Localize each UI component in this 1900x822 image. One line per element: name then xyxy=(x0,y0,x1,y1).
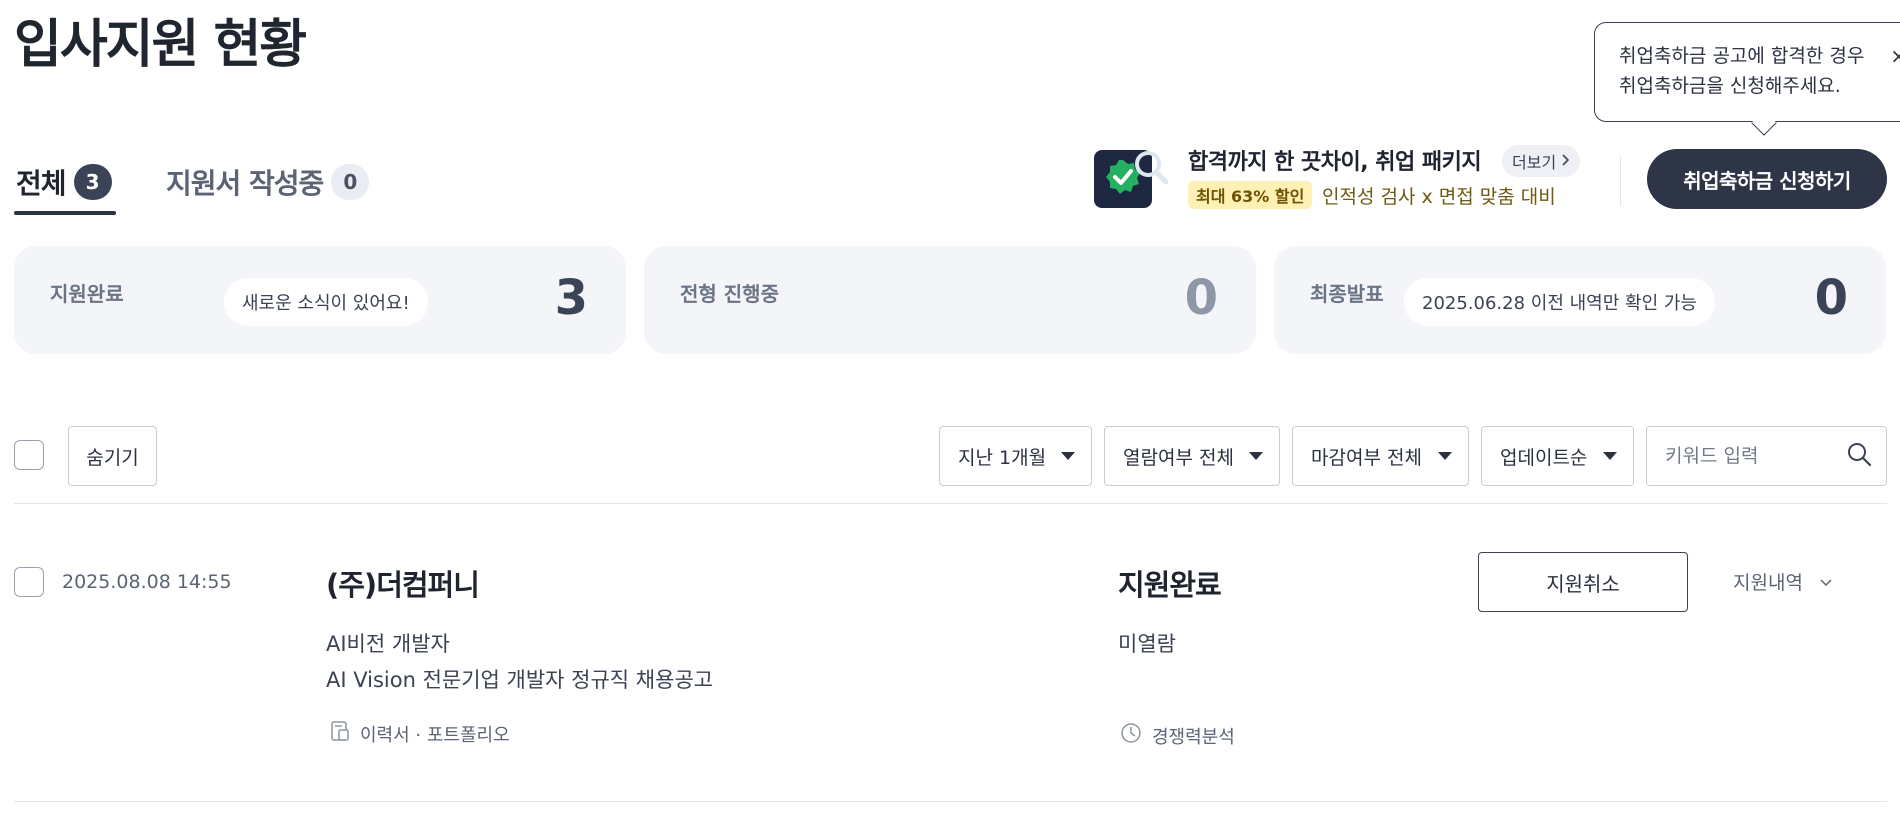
stat-card-applied[interactable]: 지원완료 새로운 소식이 있어요! 3 xyxy=(14,246,626,354)
chevron-right-icon xyxy=(1560,152,1570,171)
application-history-toggle[interactable]: 지원내역 xyxy=(1733,568,1833,595)
application-date: 2025.08.08 14:55 xyxy=(62,571,232,593)
select-all-checkbox[interactable] xyxy=(14,440,44,470)
stat-label: 최종발표 xyxy=(1310,282,1384,306)
promo-title[interactable]: 합격까지 한 끗차이, 취업 패키지 xyxy=(1188,144,1482,176)
caret-down-icon xyxy=(1603,452,1617,460)
date-notice-chip: 2025.06.28 이전 내역만 확인 가능 xyxy=(1404,278,1715,326)
analysis-label: 경쟁력분석 xyxy=(1152,726,1235,748)
tooltip-line-1: 취업축하금 공고에 합격한 경우 xyxy=(1619,45,1865,67)
discount-badge: 최대 63% 할인 xyxy=(1188,181,1313,209)
stat-count: 0 xyxy=(1184,270,1218,326)
tab-draft[interactable]: 지원서 작성중 0 xyxy=(166,162,370,202)
position-title[interactable]: AI비전 개발자 xyxy=(326,628,450,658)
tab-label: 전체 xyxy=(16,167,67,200)
history-label: 지원내역 xyxy=(1733,572,1803,594)
row-divider xyxy=(14,801,1887,802)
attached-documents: 이력서 · 포트폴리오 xyxy=(330,720,510,747)
tab-count-badge: 3 xyxy=(73,164,112,200)
apply-celebration-bonus-button[interactable]: 취업축하금 신청하기 xyxy=(1647,149,1887,209)
list-divider xyxy=(14,503,1887,504)
search-box[interactable] xyxy=(1646,426,1887,486)
search-icon[interactable] xyxy=(1846,441,1872,471)
sort-dropdown[interactable]: 업데이트순 xyxy=(1481,426,1634,486)
stat-count: 0 xyxy=(1814,270,1848,326)
dropdown-value: 열람여부 전체 xyxy=(1123,446,1234,469)
dropdown-value: 업데이트순 xyxy=(1500,446,1588,469)
promo-more-label: 더보기 xyxy=(1512,153,1557,172)
stat-count: 3 xyxy=(554,270,588,326)
promo-subtitle: 인적성 검사 x 면접 맞춤 대비 xyxy=(1322,186,1556,208)
verified-badge-magnifier-icon[interactable] xyxy=(1092,146,1170,210)
celebration-tooltip: 취업축하금 공고에 합격한 경우 취업축하금을 신청해주세요. × xyxy=(1594,22,1900,122)
competitiveness-analysis-link[interactable]: 경쟁력분석 xyxy=(1120,722,1235,749)
caret-down-icon xyxy=(1061,452,1075,460)
dropdown-value: 마감여부 전체 xyxy=(1311,446,1422,469)
read-status-dropdown[interactable]: 열람여부 전체 xyxy=(1104,426,1280,486)
divider xyxy=(1620,156,1621,206)
dropdown-value: 지난 1개월 xyxy=(958,446,1047,469)
caret-down-icon xyxy=(1249,452,1263,460)
period-dropdown[interactable]: 지난 1개월 xyxy=(939,426,1092,486)
active-tab-indicator xyxy=(14,211,116,215)
search-input[interactable] xyxy=(1665,445,1835,467)
promo-more-button[interactable]: 더보기 xyxy=(1502,145,1581,177)
clock-icon xyxy=(1120,722,1142,749)
tab-all[interactable]: 전체 3 xyxy=(16,162,112,202)
document-icon xyxy=(330,720,350,747)
posting-title[interactable]: AI Vision 전문기업 개발자 정규직 채용공고 xyxy=(326,664,713,694)
company-name[interactable]: (주)더컴퍼니 xyxy=(326,562,480,604)
hide-button[interactable]: 숨기기 xyxy=(68,426,157,486)
read-status: 미열람 xyxy=(1118,632,1176,656)
tooltip-line-2: 취업축하금을 신청해주세요. xyxy=(1619,75,1841,97)
news-chip: 새로운 소식이 있어요! xyxy=(224,278,428,326)
close-icon[interactable]: × xyxy=(1890,41,1900,71)
stat-label: 전형 진행중 xyxy=(680,282,779,306)
page-title: 입사지원 현황 xyxy=(14,15,307,75)
documents-label: 이력서 · 포트폴리오 xyxy=(360,724,510,746)
cancel-application-button[interactable]: 지원취소 xyxy=(1478,552,1688,612)
stat-card-in-progress[interactable]: 전형 진행중 0 xyxy=(644,246,1256,354)
tab-label: 지원서 작성중 xyxy=(166,167,324,200)
deadline-status-dropdown[interactable]: 마감여부 전체 xyxy=(1292,426,1469,486)
application-status: 지원완료 xyxy=(1118,568,1222,602)
caret-down-icon xyxy=(1438,452,1452,460)
stat-card-final[interactable]: 최종발표 2025.06.28 이전 내역만 확인 가능 0 xyxy=(1274,246,1886,354)
stat-label: 지원완료 xyxy=(50,282,124,306)
chevron-down-icon xyxy=(1819,571,1833,593)
tab-count-badge: 0 xyxy=(331,164,370,200)
row-checkbox[interactable] xyxy=(14,567,44,597)
